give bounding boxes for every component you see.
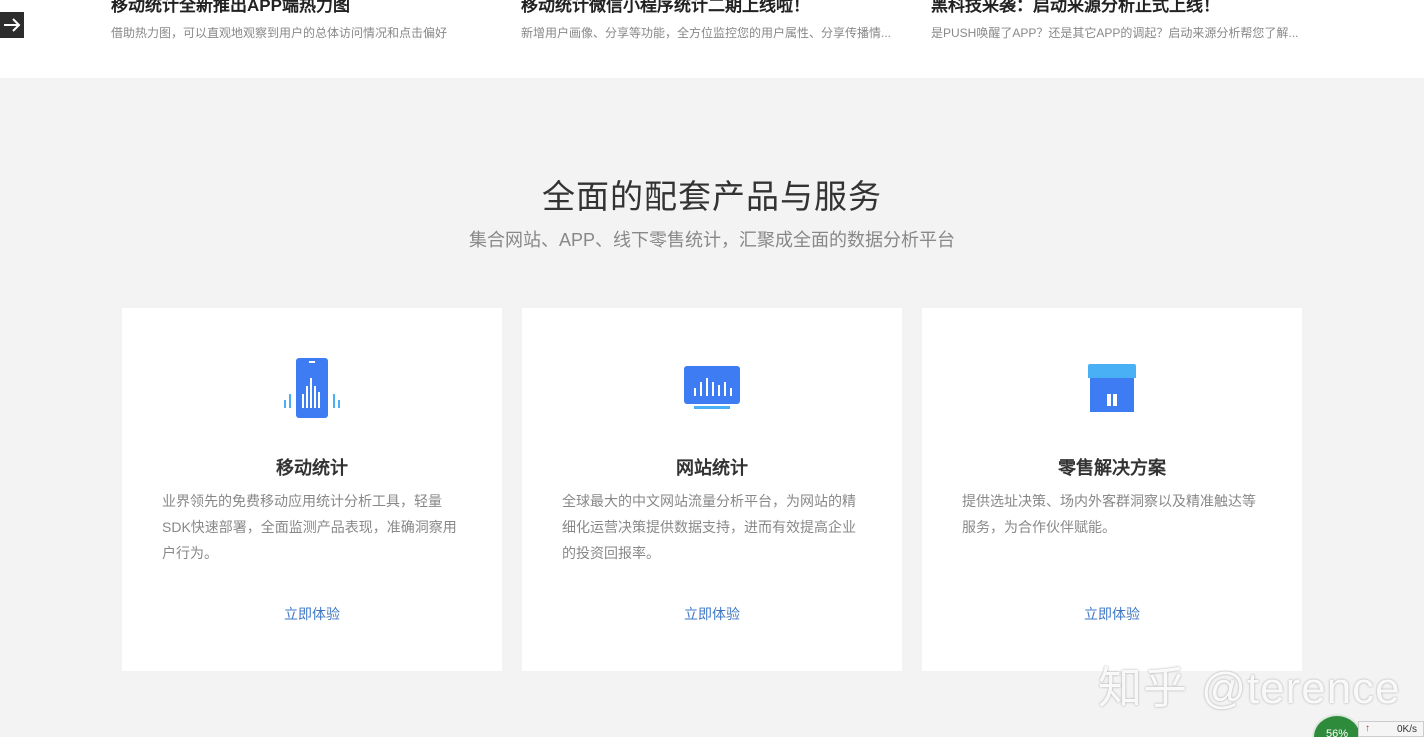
arrow-right-icon [4, 18, 21, 32]
product-card-web: 网站统计 全球最大的中文网站流量分析平台，为网站的精细化运营决策提供数据支持，进… [522, 308, 902, 671]
card-title: 网站统计 [676, 458, 748, 478]
speed-percent-ball[interactable]: 56% [1312, 714, 1362, 737]
mobile-chart-icon [282, 358, 342, 418]
network-speed-widget[interactable]: 56% ↑ 0K/s [1312, 714, 1424, 737]
product-card-retail: 零售解决方案 提供选址决策、场内外客群洞察以及精准触达等服务，为合作伙伴赋能。 … [922, 308, 1302, 671]
news-desc: 是PUSH唤醒了APP？还是其它APP的调起？启动来源分析帮您了解... [931, 26, 1299, 40]
store-icon [1082, 358, 1142, 418]
news-title[interactable]: 黑科技来袭：启动来源分析正式上线！ [931, 0, 1311, 18]
news-desc: 借助热力图，可以直观地观察到用户的总体访问情况和点击偏好 [111, 26, 448, 40]
speed-panel: ↑ 0K/s [1358, 721, 1424, 737]
speed-rate: 0K/s [1396, 724, 1417, 735]
back-arrow-button[interactable] [0, 12, 24, 38]
try-now-link[interactable]: 立即体验 [522, 604, 902, 624]
card-description: 提供选址决策、场内外客群洞察以及精准触达等服务，为合作伙伴赋能。 [962, 493, 1256, 535]
news-item-3[interactable]: 黑科技来袭：启动来源分析正式上线！ 是PUSH唤醒了APP？还是其它APP的调起… [931, 0, 1311, 42]
try-now-link[interactable]: 立即体验 [922, 604, 1302, 624]
news-title[interactable]: 移动统计全新推出APP端热力图 [111, 0, 491, 18]
product-card-mobile: 移动统计 业界领先的免费移动应用统计分析工具，轻量SDK快速部署，全面监测产品表… [122, 308, 502, 671]
section-title: 全面的配套产品与服务 [542, 178, 882, 215]
section-subtitle: 集合网站、APP、线下零售统计，汇聚成全面的数据分析平台 [468, 230, 955, 250]
monitor-chart-icon [682, 358, 742, 418]
card-title: 移动统计 [276, 458, 348, 478]
card-title: 零售解决方案 [1058, 458, 1166, 478]
card-description: 全球最大的中文网站流量分析平台，为网站的精细化运营决策提供数据支持，进而有效提高… [562, 493, 856, 561]
upload-arrow-icon: ↑ [1365, 723, 1370, 734]
zhihu-watermark: 知乎 @terence [1098, 664, 1401, 713]
news-item-1[interactable]: 移动统计全新推出APP端热力图 借助热力图，可以直观地观察到用户的总体访问情况和… [111, 0, 491, 42]
card-description: 业界领先的免费移动应用统计分析工具，轻量SDK快速部署，全面监测产品表现，准确洞… [162, 493, 457, 561]
try-now-link[interactable]: 立即体验 [122, 604, 502, 624]
news-title[interactable]: 移动统计微信小程序统计二期上线啦！ [521, 0, 901, 18]
news-bar: 移动统计全新推出APP端热力图 借助热力图，可以直观地观察到用户的总体访问情况和… [0, 0, 1424, 78]
news-desc: 新增用户画像、分享等功能，全方位监控您的用户属性、分享传播情... [521, 26, 892, 40]
news-item-2[interactable]: 移动统计微信小程序统计二期上线啦！ 新增用户画像、分享等功能，全方位监控您的用户… [521, 0, 901, 42]
